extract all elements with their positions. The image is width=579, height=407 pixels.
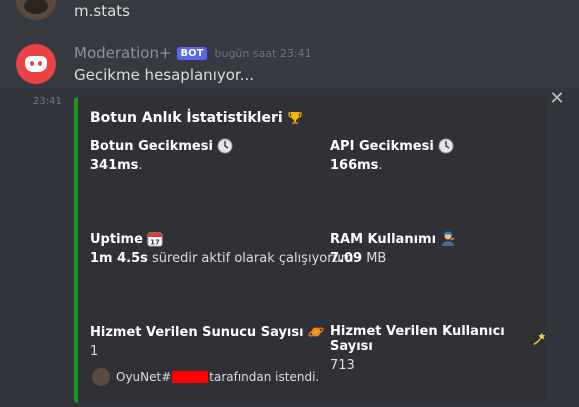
mechanic-icon	[442, 231, 455, 246]
redaction-block	[172, 371, 209, 383]
field-name: Hizmet Verilen Kullanıcı Sayısı	[330, 324, 546, 354]
footer-user-suffix: tarafından istendi.	[209, 370, 320, 384]
field-value: 1m 4.5s süredir aktif olarak çalışıyorum…	[90, 251, 358, 266]
embed-footer: OyuNet# tarafından istendi.	[92, 368, 319, 386]
field-name: Uptime 17	[90, 231, 358, 247]
previous-message-text: m.stats	[74, 2, 130, 20]
clock-icon	[217, 138, 233, 154]
field-value-rest: süredir aktif olarak çalışıyorum.	[147, 251, 358, 266]
svg-text:17: 17	[150, 239, 160, 247]
field-value: 7.09 MB	[330, 251, 456, 266]
clock-icon	[438, 138, 454, 154]
close-icon[interactable]: ✕	[549, 90, 565, 108]
user-avatar[interactable]	[16, 0, 56, 20]
field-bot-latency: Botun Gecikmesi 341ms.	[90, 138, 233, 173]
bot-message-text: Gecikme hesaplanıyor...	[74, 66, 255, 84]
trophy-icon	[288, 112, 302, 124]
field-value-bold: 7.09	[330, 251, 363, 266]
field-value-bold: 1m 4.5s	[90, 251, 148, 266]
field-name: RAM Kullanımı	[330, 231, 456, 247]
field-value-rest: .	[138, 158, 143, 173]
field-value: 713	[330, 358, 546, 373]
field-uptime: Uptime 17 1m 4.5s süredir aktif olarak ç…	[90, 231, 358, 267]
field-user-count: Hizmet Verilen Kullanıcı Sayısı 713	[330, 324, 546, 373]
bot-avatar[interactable]	[16, 44, 56, 84]
field-value-bold: 341ms	[90, 158, 139, 173]
field-name-text: Hizmet Verilen Sunucu Sayısı	[90, 324, 304, 340]
field-name-text: Uptime	[90, 231, 143, 247]
field-value-rest: MB	[362, 251, 387, 266]
message-header: Moderation+ BOT bugün saat 23:41	[74, 44, 312, 62]
field-value-rest: .	[378, 158, 383, 173]
field-ram-usage: RAM Kullanımı 7.09 MB	[330, 231, 456, 266]
field-value-bold: 166ms	[330, 158, 379, 173]
field-name-text: API Gecikmesi	[330, 138, 434, 154]
field-api-latency: API Gecikmesi 166ms.	[330, 138, 454, 173]
embed-side-timestamp[interactable]: 23:41	[33, 96, 62, 107]
embed-title-text: Botun Anlık İstatistikleri	[90, 110, 283, 126]
stats-embed: Botun Anlık İstatistikleri Botun Gecikme…	[74, 97, 546, 403]
field-name: Botun Gecikmesi	[90, 138, 233, 154]
calendar-icon: 17	[147, 232, 163, 247]
field-server-count: Hizmet Verilen Sunucu Sayısı 1	[90, 324, 324, 359]
bot-badge: BOT	[176, 46, 208, 60]
field-name-text: Botun Gecikmesi	[90, 138, 213, 154]
field-name-text: Hizmet Verilen Kullanıcı Sayısı	[330, 324, 505, 354]
field-value: 341ms.	[90, 158, 233, 173]
planet-icon	[308, 327, 324, 337]
message-timestamp[interactable]: bugün saat 23:41	[214, 47, 311, 60]
footer-user-prefix: OyuNet#	[116, 370, 172, 384]
footer-avatar	[92, 368, 110, 386]
field-value: 1	[90, 344, 324, 359]
dizzy-star-icon	[533, 332, 546, 345]
field-name: Hizmet Verilen Sunucu Sayısı	[90, 324, 324, 340]
field-value: 166ms.	[330, 158, 454, 173]
field-name-text: RAM Kullanımı	[330, 231, 437, 247]
bot-author-name[interactable]: Moderation+	[74, 44, 172, 62]
field-name: API Gecikmesi	[330, 138, 454, 154]
field-value-rest: 713	[330, 358, 355, 373]
discord-logo-icon	[25, 56, 47, 72]
embed-title: Botun Anlık İstatistikleri	[90, 110, 303, 126]
field-value-rest: 1	[90, 344, 99, 359]
